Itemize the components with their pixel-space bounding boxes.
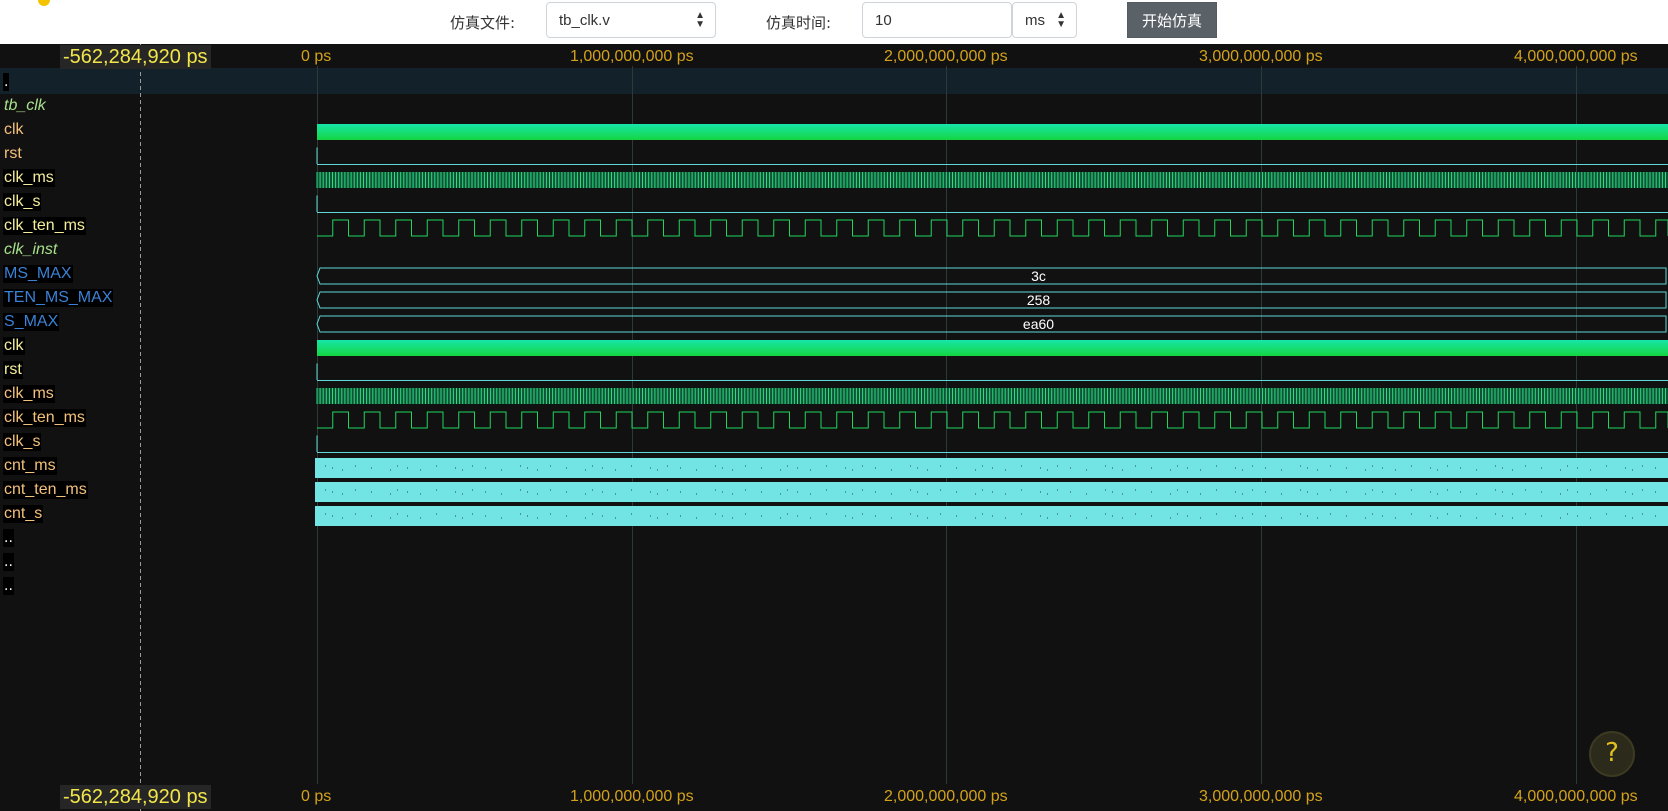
time-tick-label: 0 ps (301, 48, 332, 65)
select-arrows-icon: ▲ ▼ (695, 10, 705, 30)
signal-name[interactable]: clk (3, 121, 25, 139)
time-tick-label: 2,000,000,000 ps (884, 48, 1008, 65)
help-button[interactable]: ? (1589, 731, 1635, 777)
signal-name[interactable]: cnt_ten_ms (3, 481, 88, 499)
clock-waveform (317, 411, 1668, 429)
time-input-value: 10 (875, 12, 892, 29)
signal-edge (316, 435, 318, 452)
file-select[interactable]: tb_clk.v ▲ ▼ (546, 2, 716, 38)
signal-name[interactable]: clk_ms (3, 385, 55, 403)
time-tick-label: 4,000,000,000 ps (1514, 788, 1638, 805)
signal-name[interactable]: clk (3, 337, 25, 355)
signal-name[interactable]: cnt_s (3, 505, 44, 523)
signal-name[interactable]: S_MAX (3, 313, 60, 331)
bus-waveform (316, 315, 1667, 333)
toolbar: 仿真文件: tb_clk.v ▲ ▼ 仿真时间: 10 ms ▲ ▼ 开始仿真 (0, 0, 1668, 44)
signal-name[interactable]: clk_ms (3, 169, 55, 187)
signal-name[interactable]: .. (3, 553, 14, 571)
signal-name[interactable]: cnt_ms (3, 457, 57, 475)
time-tick-label: 3,000,000,000 ps (1199, 788, 1323, 805)
file-select-value: tb_clk.v (559, 12, 610, 29)
signal-name[interactable]: . (3, 73, 10, 91)
time-tick-label: 0 ps (301, 788, 332, 805)
cursor-time-top: -562,284,920 ps (60, 45, 211, 69)
signal-edge (316, 363, 318, 380)
waveform-canvas[interactable]: 3c 258 ea60 (0, 44, 1668, 811)
signal-name[interactable]: clk_s (3, 433, 42, 451)
clk-waveform (317, 124, 1668, 140)
bus-value: 3c (1031, 268, 1046, 284)
signal-name[interactable]: clk_s (3, 193, 42, 211)
time-input[interactable]: 10 (862, 2, 1012, 38)
time-tick-label: 4,000,000,000 ps (1514, 48, 1638, 65)
counter-waveform (315, 482, 1668, 502)
time-tick-label: 1,000,000,000 ps (570, 788, 694, 805)
unit-select[interactable]: ms ▲ ▼ (1012, 2, 1077, 38)
signal-name[interactable]: TEN_MS_MAX (3, 289, 114, 307)
select-arrows-icon: ▲ ▼ (1056, 10, 1066, 30)
signal-name[interactable]: MS_MAX (3, 265, 73, 283)
signal-edge (316, 195, 318, 212)
start-simulation-button[interactable]: 开始仿真 (1127, 2, 1217, 38)
signal-edge (316, 147, 318, 164)
bus-value: ea60 (1023, 316, 1054, 332)
signal-name[interactable]: clk_ten_ms (3, 409, 86, 427)
signal-name[interactable]: rst (3, 361, 23, 379)
cursor-time-bottom: -562,284,920 ps (60, 785, 211, 809)
unit-select-value: ms (1025, 12, 1045, 29)
time-tick-label: 3,000,000,000 ps (1199, 48, 1323, 65)
signal-name[interactable]: clk_inst (3, 241, 58, 259)
signal-name[interactable]: rst (3, 145, 23, 163)
signal-name[interactable]: .. (3, 577, 14, 595)
signal-name[interactable]: clk_ten_ms (3, 217, 86, 235)
waveform-viewer[interactable]: 3c 258 ea60 . tb_clkclk rst clk_ms clk_s clk_te… (0, 44, 1668, 811)
time-tick-label: 2,000,000,000 ps (884, 788, 1008, 805)
counter-waveform (315, 458, 1668, 478)
bus-waveform (316, 267, 1667, 285)
counter-waveform (315, 506, 1668, 526)
signal-name[interactable]: tb_clk (3, 97, 47, 115)
logo-icon (38, 0, 50, 6)
clock-waveform (317, 219, 1668, 237)
signal-name[interactable]: .. (3, 529, 14, 547)
file-label: 仿真文件: (450, 14, 516, 32)
bus-value: 258 (1027, 292, 1051, 308)
clk-waveform (317, 340, 1668, 356)
time-label: 仿真时间: (766, 14, 832, 32)
time-tick-label: 1,000,000,000 ps (570, 48, 694, 65)
highlight-row (0, 68, 1668, 94)
bus-waveform (316, 291, 1667, 309)
